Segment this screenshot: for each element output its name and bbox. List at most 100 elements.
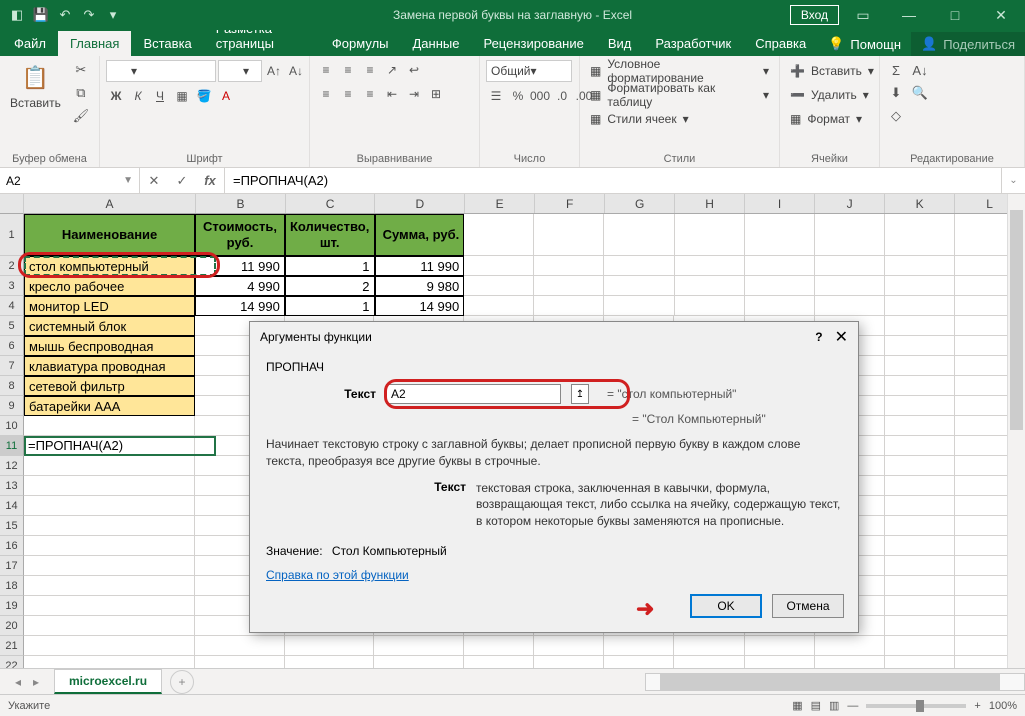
row-header-18[interactable]: 18 xyxy=(0,576,24,596)
cut-icon[interactable]: ✂ xyxy=(71,60,91,80)
cell[interactable] xyxy=(885,214,955,256)
zoom-slider[interactable] xyxy=(866,704,966,708)
copy-icon[interactable]: ⧉ xyxy=(71,83,91,103)
cell[interactable]: мышь беспроводная xyxy=(24,336,195,356)
confirm-formula-icon[interactable]: ✓ xyxy=(168,173,196,189)
cell[interactable]: 14 990 xyxy=(195,296,285,316)
percent-icon[interactable]: % xyxy=(508,86,528,106)
cell[interactable] xyxy=(815,214,885,256)
qat-dropdown-icon[interactable]: ▾ xyxy=(102,4,124,26)
cell[interactable]: 4 990 xyxy=(195,276,285,296)
login-button[interactable]: Вход xyxy=(790,5,839,25)
tab-review[interactable]: Рецензирование xyxy=(471,31,595,56)
cell[interactable] xyxy=(885,456,955,476)
tab-view[interactable]: Вид xyxy=(596,31,644,56)
indent-inc-icon[interactable]: ⇥ xyxy=(404,84,424,104)
cell[interactable] xyxy=(885,276,955,296)
cell[interactable] xyxy=(534,296,604,316)
tab-developer[interactable]: Разработчик xyxy=(643,31,743,56)
number-format-select[interactable]: Общий ▾ xyxy=(486,60,572,82)
zoom-level[interactable]: 100% xyxy=(989,700,1017,712)
cell[interactable] xyxy=(745,214,815,256)
cell[interactable]: Сумма, руб. xyxy=(375,214,465,256)
tab-home[interactable]: Главная xyxy=(58,31,131,56)
cell[interactable] xyxy=(24,516,195,536)
next-sheet-icon[interactable]: ▸ xyxy=(28,675,44,689)
cell[interactable]: сетевой фильтр xyxy=(24,376,195,396)
cell[interactable] xyxy=(745,276,815,296)
fx-icon[interactable]: fx xyxy=(196,173,224,188)
cell[interactable] xyxy=(885,316,955,336)
cell[interactable]: =ПРОПНАЧ(A2) xyxy=(24,436,195,456)
col-header-K[interactable]: K xyxy=(885,194,955,213)
function-help-link[interactable]: Справка по этой функции xyxy=(266,568,409,582)
cell[interactable] xyxy=(24,636,195,656)
view-break-icon[interactable]: ▥ xyxy=(829,699,839,712)
cell[interactable] xyxy=(374,636,464,656)
arg-text-input[interactable] xyxy=(386,384,561,404)
cell[interactable] xyxy=(885,596,955,616)
col-header-D[interactable]: D xyxy=(375,194,465,213)
tab-file[interactable]: Файл xyxy=(2,31,58,56)
row-header-5[interactable]: 5 xyxy=(0,316,24,336)
cell[interactable]: 11 990 xyxy=(375,256,465,276)
row-header-14[interactable]: 14 xyxy=(0,496,24,516)
col-header-E[interactable]: E xyxy=(465,194,535,213)
dialog-close-icon[interactable]: ✕ xyxy=(835,327,848,347)
range-picker-icon[interactable]: ↥ xyxy=(571,384,589,404)
cell[interactable] xyxy=(604,276,674,296)
dialog-help-icon[interactable]: ? xyxy=(815,330,822,344)
cell[interactable]: 2 xyxy=(285,276,375,296)
col-header-F[interactable]: F xyxy=(535,194,605,213)
cell[interactable] xyxy=(885,336,955,356)
cell[interactable] xyxy=(534,256,604,276)
cell[interactable] xyxy=(464,636,534,656)
format-painter-icon[interactable]: 🖌 xyxy=(71,106,91,126)
cell[interactable] xyxy=(24,556,195,576)
borders-icon[interactable]: ▦ xyxy=(172,86,192,106)
cell[interactable] xyxy=(885,296,955,316)
row-header-21[interactable]: 21 xyxy=(0,636,24,656)
col-header-I[interactable]: I xyxy=(745,194,815,213)
cell[interactable] xyxy=(604,256,674,276)
tab-help[interactable]: Справка xyxy=(743,31,818,56)
find-select-icon[interactable]: 🔍 xyxy=(910,83,930,103)
font-size-select[interactable]: ▾ xyxy=(218,60,262,82)
clear-icon[interactable]: ◇ xyxy=(886,106,906,126)
cell[interactable] xyxy=(885,536,955,556)
expand-formula-icon[interactable]: ⌄ xyxy=(1001,168,1025,193)
fill-color-icon[interactable]: 🪣 xyxy=(194,86,214,106)
cell[interactable] xyxy=(604,296,674,316)
col-header-J[interactable]: J xyxy=(815,194,885,213)
merge-icon[interactable]: ⊞ xyxy=(426,84,446,104)
cell[interactable] xyxy=(24,536,195,556)
cell[interactable] xyxy=(745,296,815,316)
select-all-corner[interactable] xyxy=(0,194,24,214)
cell[interactable]: стол компьютерный xyxy=(24,256,195,276)
autosum-icon[interactable]: Σ xyxy=(886,60,906,80)
row-header-1[interactable]: 1 xyxy=(0,214,24,256)
minimize-icon[interactable]: — xyxy=(887,0,931,30)
prev-sheet-icon[interactable]: ◂ xyxy=(10,675,26,689)
cell[interactable]: Стоимость, руб. xyxy=(195,214,285,256)
align-center-icon[interactable]: ≡ xyxy=(338,84,358,104)
cell[interactable]: батарейки AAA xyxy=(24,396,195,416)
cell[interactable] xyxy=(815,276,885,296)
cell[interactable]: Наименование xyxy=(24,214,195,256)
cell[interactable] xyxy=(464,296,534,316)
close-icon[interactable]: ✕ xyxy=(979,0,1023,30)
cell[interactable] xyxy=(885,616,955,636)
grow-font-icon[interactable]: A↑ xyxy=(264,61,284,81)
italic-button[interactable]: К xyxy=(128,86,148,106)
cell[interactable] xyxy=(885,476,955,496)
format-as-table[interactable]: ▦Форматировать как таблицу ▾ xyxy=(586,84,773,106)
tab-formulas[interactable]: Формулы xyxy=(320,31,401,56)
row-header-16[interactable]: 16 xyxy=(0,536,24,556)
cell[interactable] xyxy=(885,496,955,516)
cell[interactable] xyxy=(745,636,815,656)
currency-icon[interactable]: ☰ xyxy=(486,86,506,106)
cell[interactable]: Количество, шт. xyxy=(285,214,375,256)
tell-me[interactable]: 💡Помощн xyxy=(818,32,911,56)
formula-input[interactable]: =ПРОПНАЧ(A2) xyxy=(225,168,1001,193)
cell[interactable]: клавиатура проводная xyxy=(24,356,195,376)
